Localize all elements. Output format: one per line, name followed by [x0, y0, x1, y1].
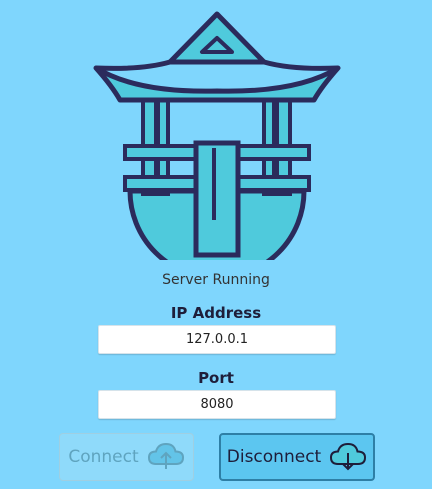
disconnect-button[interactable]: Disconnect	[219, 433, 375, 481]
connect-button[interactable]: Connect	[59, 433, 194, 481]
server-status: Server Running	[162, 272, 270, 288]
port-field[interactable]: 8080	[98, 390, 336, 419]
cloud-upload-icon	[147, 442, 184, 469]
port-label: Port	[198, 369, 234, 387]
cloud-download-icon	[330, 442, 367, 471]
connect-button-label: Connect	[68, 447, 139, 467]
disconnect-button-label: Disconnect	[226, 447, 322, 467]
ip-address-field[interactable]: 127.0.0.1	[98, 325, 336, 354]
pagoda-logo	[93, 11, 341, 260]
ip-address-label: IP Address	[170, 304, 262, 322]
